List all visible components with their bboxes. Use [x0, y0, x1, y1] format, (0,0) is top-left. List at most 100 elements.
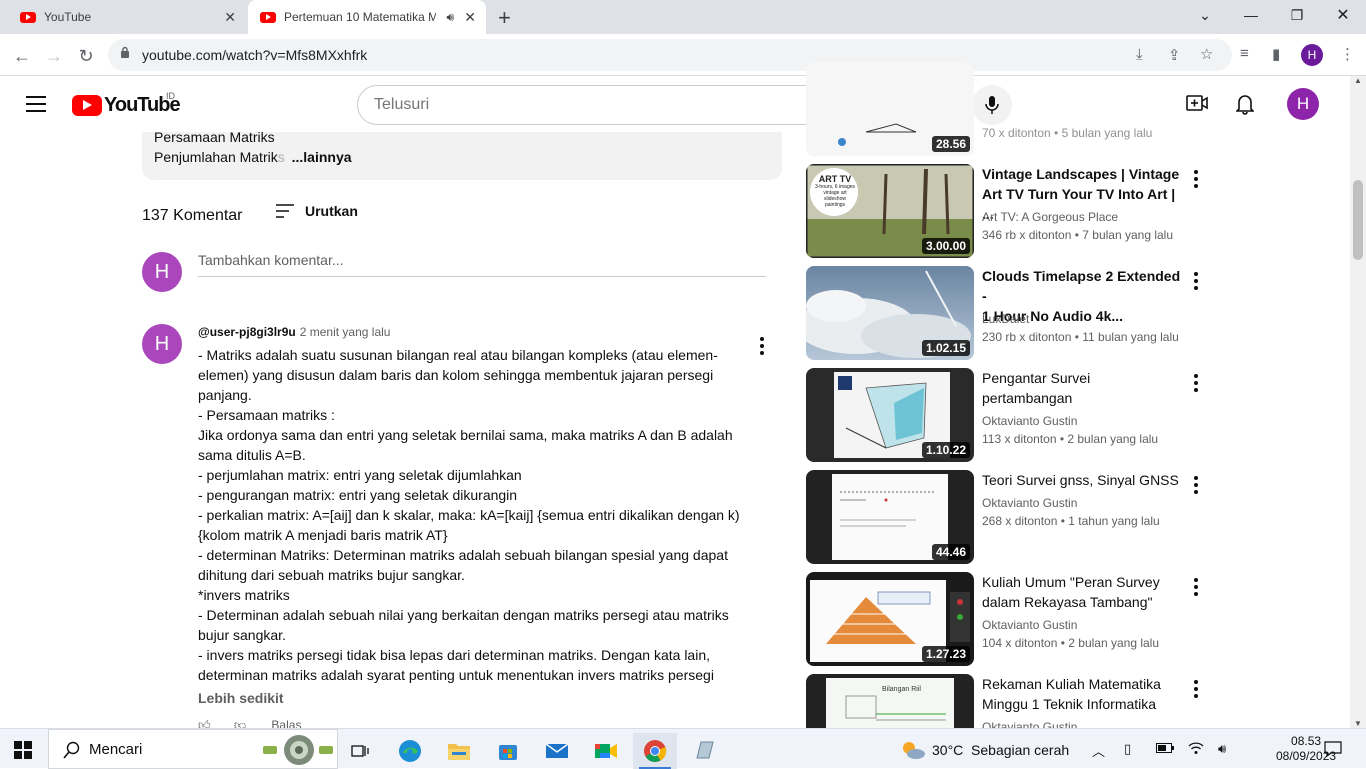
bookmark-star-icon[interactable]: ☆: [1200, 45, 1213, 63]
scroll-down-arrow-icon[interactable]: ▼: [1354, 719, 1362, 728]
video-thumbnail[interactable]: 1.02.15: [806, 266, 974, 360]
recommended-video[interactable]: 1.02.15 Clouds Timelapse 2 Extended - 1 …: [806, 266, 1206, 360]
file-explorer-icon[interactable]: [437, 733, 481, 769]
edge-browser-icon[interactable]: [388, 733, 432, 769]
side-panel-icon[interactable]: ▮: [1272, 45, 1280, 63]
tab-youtube[interactable]: YouTube ✕: [8, 0, 246, 34]
comment-more-icon[interactable]: [760, 337, 764, 358]
url-text[interactable]: youtube.com/watch?v=Mfs8MXxhfrk: [142, 47, 367, 63]
comment-text: - Matriks adalah suatu susunan bilangan …: [198, 345, 743, 685]
lock-icon[interactable]: [120, 46, 130, 62]
channel-name[interactable]: Art TV: A Gorgeous Place: [982, 210, 1118, 224]
dislike-icon[interactable]: 👎︎: [234, 718, 246, 728]
recommended-video[interactable]: Bilangan Riil Rekaman Kuliah Matematika …: [806, 674, 1206, 728]
taskbar-search-label: Mencari: [89, 741, 143, 758]
description-text: Penjumlahan Matrik: [154, 149, 278, 165]
battery-icon[interactable]: [1156, 741, 1174, 756]
comment-line: - invers matriks persegi tidak bisa lepa…: [198, 647, 711, 663]
video-title[interactable]: Teori Survei gnss, Sinyal GNSS: [982, 470, 1182, 490]
video-thumbnail[interactable]: 28.56: [806, 62, 974, 156]
channel-name[interactable]: Oktavianto Gustin: [982, 496, 1077, 510]
notifications-bell-icon[interactable]: [1235, 93, 1255, 120]
back-button[interactable]: ←: [8, 42, 36, 70]
audio-playing-icon[interactable]: 🔊︎: [446, 10, 454, 25]
install-app-icon[interactable]: ⤓: [1136, 46, 1143, 63]
recommended-video[interactable]: 44.46 Teori Survei gnss, Sinyal GNSS Okt…: [806, 470, 1206, 564]
close-tab-icon[interactable]: ✕: [224, 9, 236, 26]
video-more-icon[interactable]: [1194, 170, 1198, 191]
youtube-logo[interactable]: YouTube: [72, 94, 181, 117]
video-thumbnail[interactable]: ART TV 3-hours, 6 images vintage art sli…: [806, 164, 974, 258]
video-title-line: dalam Rekayasa Tambang": [982, 594, 1153, 610]
video-thumbnail[interactable]: 44.46: [806, 470, 974, 564]
meet-app-icon[interactable]: [584, 733, 628, 769]
video-more-icon[interactable]: [1194, 680, 1198, 701]
chrome-profile-avatar[interactable]: H: [1301, 44, 1323, 66]
show-hidden-icons-chevron-icon[interactable]: ︿: [1092, 741, 1105, 760]
scroll-up-arrow-icon[interactable]: ▲: [1354, 76, 1362, 85]
tab-search-chevron-icon[interactable]: ⌄: [1182, 0, 1228, 30]
comment-time[interactable]: 2 menit yang lalu: [300, 325, 391, 339]
video-more-icon[interactable]: [1194, 476, 1198, 497]
thumbnail-caption: Bilangan Riil: [882, 686, 921, 693]
video-title[interactable]: Pengantar Survei pertambangan: [982, 368, 1182, 408]
like-icon[interactable]: 👍︎: [198, 718, 211, 728]
show-less-link[interactable]: Lebih sedikit: [198, 690, 284, 706]
close-tab-icon[interactable]: ✕: [464, 9, 476, 26]
add-comment-input[interactable]: Tambahkan komentar...: [198, 252, 766, 277]
volume-icon[interactable]: 🔊︎: [1218, 741, 1226, 757]
taskbar-search-box[interactable]: Mencari: [48, 729, 338, 769]
chrome-taskbar-icon[interactable]: [633, 733, 677, 769]
media-control-icon[interactable]: ≡: [1240, 45, 1249, 62]
windows-start-icon[interactable]: [14, 741, 32, 759]
chrome-menu-icon[interactable]: ⋮: [1340, 45, 1355, 63]
scrollbar-thumb[interactable]: [1353, 180, 1363, 260]
video-title[interactable]: Kuliah Umum "Peran Survey dalam Rekayasa…: [982, 572, 1182, 612]
art-tv-badge: ART TV 3-hours, 6 images vintage art sli…: [814, 174, 856, 208]
close-window-button[interactable]: ✕: [1320, 0, 1366, 30]
page-scrollbar[interactable]: ▲ ▼: [1350, 76, 1366, 728]
notifications-icon[interactable]: [1324, 741, 1342, 760]
device-icon[interactable]: ▯: [1124, 741, 1131, 757]
video-title-line: Kuliah Umum "Peran Survey: [982, 574, 1160, 590]
video-more-icon[interactable]: [1194, 272, 1198, 293]
task-view-icon[interactable]: [338, 733, 382, 769]
new-tab-button[interactable]: +: [498, 5, 511, 31]
recommended-video[interactable]: ART TV 3-hours, 6 images vintage art sli…: [806, 164, 1206, 258]
sort-label: Urutkan: [305, 203, 358, 219]
reload-button[interactable]: ↻: [72, 42, 100, 70]
partly-cloudy-icon: [903, 742, 925, 759]
recommended-video[interactable]: 1.10.22 Pengantar Survei pertambangan Ok…: [806, 368, 1206, 462]
restore-button[interactable]: ❐: [1274, 0, 1320, 30]
video-thumbnail[interactable]: Bilangan Riil: [806, 674, 974, 728]
mail-icon[interactable]: [535, 733, 579, 769]
video-title[interactable]: Rekaman Kuliah Matematika Minggu 1 Tekni…: [982, 674, 1182, 714]
youtube-account-avatar[interactable]: H: [1287, 88, 1319, 120]
show-more-link[interactable]: ...lainnya: [292, 149, 352, 165]
channel-name[interactable]: Oktavianto Gustin: [982, 618, 1077, 632]
video-description[interactable]: Persamaan Matriks Penjumlahan Matriks ..…: [142, 129, 782, 180]
forward-button[interactable]: →: [40, 42, 68, 70]
video-more-icon[interactable]: [1194, 374, 1198, 395]
reply-button[interactable]: Balas: [271, 718, 301, 728]
menu-icon[interactable]: [26, 96, 46, 112]
weather-widget[interactable]: 30°C Sebagian cerah: [900, 740, 1069, 760]
sort-comments-button[interactable]: Urutkan: [275, 203, 358, 219]
video-meta: 113 x ditonton • 2 bulan yang lalu: [982, 432, 1159, 446]
video-more-icon[interactable]: [1194, 578, 1198, 599]
video-thumbnail[interactable]: 1.10.22: [806, 368, 974, 462]
comment-author[interactable]: @user-pj8gi3lr9u: [198, 325, 296, 339]
comment-author-avatar[interactable]: H: [142, 324, 182, 364]
channel-name[interactable]: LuxDalet: [982, 312, 1029, 326]
channel-name[interactable]: Oktavianto Gustin: [982, 720, 1077, 728]
recommended-video[interactable]: 1.27.23 Kuliah Umum "Peran Survey dalam …: [806, 572, 1206, 666]
tab-active-video[interactable]: Pertemuan 10 Matematika M 🔊︎ ✕: [248, 0, 486, 34]
minimize-button[interactable]: —: [1228, 0, 1274, 30]
channel-name[interactable]: Oktavianto Gustin: [982, 414, 1077, 428]
wifi-icon[interactable]: [1188, 741, 1204, 758]
search-input[interactable]: [374, 96, 874, 114]
recommended-video[interactable]: 28.56 70 x ditonton • 5 bulan yang lalu: [806, 62, 1206, 156]
video-thumbnail[interactable]: 1.27.23: [806, 572, 974, 666]
notes-app-icon[interactable]: [682, 733, 726, 769]
microsoft-store-icon[interactable]: [486, 733, 530, 769]
